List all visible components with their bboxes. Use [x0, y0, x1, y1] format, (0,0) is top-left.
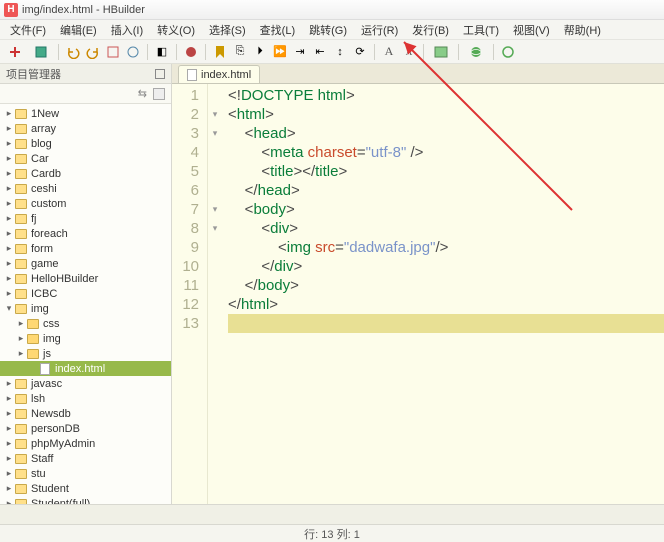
menu-item-5[interactable]: 查找(L): [254, 20, 301, 40]
collapse-all-icon[interactable]: [153, 88, 165, 100]
separator: [374, 44, 375, 60]
tree-item-img[interactable]: ▸img: [0, 331, 171, 346]
tree-item-foreach[interactable]: ▸foreach: [0, 226, 171, 241]
bottom-panel-collapsed[interactable]: [0, 504, 664, 524]
menu-item-4[interactable]: 选择(S): [203, 20, 252, 40]
line-gutter: 12345678910111213: [172, 84, 208, 504]
tree-item-css[interactable]: ▸css: [0, 316, 171, 331]
tree-item-personDB[interactable]: ▸personDB: [0, 421, 171, 436]
tree-item-ceshi[interactable]: ▸ceshi: [0, 181, 171, 196]
menu-item-2[interactable]: 插入(I): [105, 20, 149, 40]
tree-item-stu[interactable]: ▸stu: [0, 466, 171, 481]
bookmark-icon[interactable]: [212, 44, 228, 60]
panel-tools: ⇆: [0, 84, 171, 104]
btn-e[interactable]: ◧: [154, 44, 170, 60]
status-position: 行: 13 列: 1: [221, 526, 442, 542]
font-size-dec[interactable]: A: [381, 44, 397, 60]
redo-button[interactable]: [85, 44, 101, 60]
font-size-inc[interactable]: A: [401, 44, 417, 60]
tree-item-game[interactable]: ▸game: [0, 256, 171, 271]
tree-item-HelloHBuilder[interactable]: ▸HelloHBuilder: [0, 271, 171, 286]
tab-label: index.html: [201, 69, 251, 81]
btn-c[interactable]: [105, 44, 121, 60]
btn-d[interactable]: [125, 44, 141, 60]
menu-item-9[interactable]: 工具(T): [457, 20, 505, 40]
tree-item-ICBC[interactable]: ▸ICBC: [0, 286, 171, 301]
code-editor[interactable]: 12345678910111213 ▾▾▾▾ <!DOCTYPE html><h…: [172, 84, 664, 504]
tree-item-Cardb[interactable]: ▸Cardb: [0, 166, 171, 181]
menu-item-6[interactable]: 跳转(G): [303, 20, 353, 40]
tree-item-form[interactable]: ▸form: [0, 241, 171, 256]
separator: [176, 44, 177, 60]
panel-min-icon[interactable]: [155, 69, 165, 79]
tree-item-Car[interactable]: ▸Car: [0, 151, 171, 166]
btn-i[interactable]: ⏩: [272, 44, 288, 60]
tree-item-fj[interactable]: ▸fj: [0, 211, 171, 226]
tree-item-array[interactable]: ▸array: [0, 121, 171, 136]
btn-k[interactable]: ⇤: [312, 44, 328, 60]
tree-item-img[interactable]: ▾img: [0, 301, 171, 316]
browser-preview-button[interactable]: [465, 44, 487, 60]
menu-item-1[interactable]: 编辑(E): [54, 20, 103, 40]
btn-j[interactable]: ⇥: [292, 44, 308, 60]
fold-column[interactable]: ▾▾▾▾: [208, 84, 222, 504]
separator: [458, 44, 459, 60]
editor-tabs: index.html: [172, 64, 664, 84]
app-icon: H: [4, 3, 18, 17]
separator: [493, 44, 494, 60]
tree-item-Newsdb[interactable]: ▸Newsdb: [0, 406, 171, 421]
project-tree[interactable]: ▸1New▸array▸blog▸Car▸Cardb▸ceshi▸custom▸…: [0, 104, 171, 504]
tree-item-Student[interactable]: ▸Student: [0, 481, 171, 496]
titlebar: H img/index.html - HBuilder: [0, 0, 664, 20]
toolbar: ◧ ⎘ ⏵ ⏩ ⇥ ⇤ ↕ ⟳ A A: [0, 40, 664, 64]
menu-item-0[interactable]: 文件(F): [4, 20, 52, 40]
save-button[interactable]: [30, 44, 52, 60]
btn-m[interactable]: ⟳: [352, 44, 368, 60]
code-content[interactable]: <!DOCTYPE html><html> <head> <meta chars…: [222, 84, 664, 504]
separator: [423, 44, 424, 60]
panel-header[interactable]: 项目管理器: [0, 64, 171, 84]
btn-h[interactable]: ⏵: [252, 44, 268, 60]
separator: [147, 44, 148, 60]
tree-item-phpMyAdmin[interactable]: ▸phpMyAdmin: [0, 436, 171, 451]
tab-index-html[interactable]: index.html: [178, 65, 260, 83]
separator: [205, 44, 206, 60]
sidebar: 项目管理器 ⇆ ▸1New▸array▸blog▸Car▸Cardb▸ceshi…: [0, 64, 172, 504]
tree-item-Student(full)[interactable]: ▸Student(full): [0, 496, 171, 504]
btn-g[interactable]: ⎘: [232, 44, 248, 60]
menu-item-11[interactable]: 帮助(H): [558, 20, 607, 40]
panel-title: 项目管理器: [6, 66, 61, 82]
tree-item-js[interactable]: ▸js: [0, 346, 171, 361]
main-area: 项目管理器 ⇆ ▸1New▸array▸blog▸Car▸Cardb▸ceshi…: [0, 64, 664, 504]
menubar: 文件(F)编辑(E)插入(I)转义(O)选择(S)查找(L)跳转(G)运行(R)…: [0, 20, 664, 40]
tree-item-javasc[interactable]: ▸javasc: [0, 376, 171, 391]
statusbar: 行: 13 列: 1: [0, 524, 664, 542]
tree-item-custom[interactable]: ▸custom: [0, 196, 171, 211]
tree-item-Staff[interactable]: ▸Staff: [0, 451, 171, 466]
window-title: img/index.html - HBuilder: [22, 4, 145, 16]
tree-item-lsh[interactable]: ▸lsh: [0, 391, 171, 406]
undo-button[interactable]: [65, 44, 81, 60]
separator: [58, 44, 59, 60]
image-button[interactable]: [430, 44, 452, 60]
menu-item-8[interactable]: 发行(B): [406, 20, 455, 40]
link-icon[interactable]: ⇆: [138, 87, 147, 100]
file-icon: [187, 69, 197, 81]
menu-item-10[interactable]: 视图(V): [507, 20, 556, 40]
btn-l[interactable]: ↕: [332, 44, 348, 60]
menu-item-7[interactable]: 运行(R): [355, 20, 404, 40]
tree-item-blog[interactable]: ▸blog: [0, 136, 171, 151]
tree-item-1New[interactable]: ▸1New: [0, 106, 171, 121]
new-button[interactable]: [4, 44, 26, 60]
tree-item-index.html[interactable]: index.html: [0, 361, 171, 376]
menu-item-3[interactable]: 转义(O): [151, 20, 201, 40]
sync-button[interactable]: [500, 44, 516, 60]
editor-area: index.html 12345678910111213 ▾▾▾▾ <!DOCT…: [172, 64, 664, 504]
btn-f[interactable]: [183, 44, 199, 60]
